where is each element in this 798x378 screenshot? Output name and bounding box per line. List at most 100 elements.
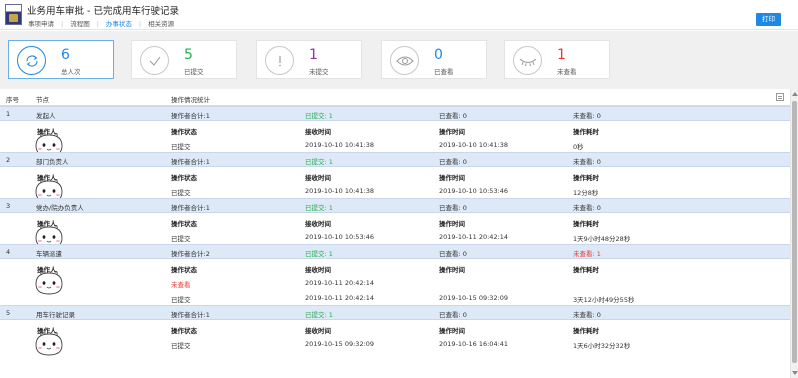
check-icon xyxy=(140,46,169,75)
stat-label: 总人次 xyxy=(61,68,81,76)
record-row: 已提交 2019-10-10 10:53:46 2019-10-11 20:42:1… xyxy=(0,229,790,244)
header-stats: 操作情况统计 xyxy=(171,96,210,104)
node-name: 用车行驶记录 xyxy=(36,311,75,319)
exclamation-icon xyxy=(265,46,294,75)
nav-tabs: 事项申请 | 流程图 | 办事状态 | 相关资源 xyxy=(28,18,175,28)
sub-header-row: 操作人 操作状态 接收时间 操作时间 操作耗时 xyxy=(0,321,790,336)
sub-header-row: 操作人 操作状态 接收时间 操作时间 操作耗时 xyxy=(0,214,790,229)
stat-value: 1 xyxy=(309,47,318,63)
viewed-count: 已查看: 0 xyxy=(439,250,467,258)
node-seq: 5 xyxy=(6,309,11,317)
record-received-time: 2019-10-10 10:41:38 xyxy=(305,187,375,195)
eye-icon xyxy=(390,46,419,75)
stat-label: 未查看 xyxy=(557,68,577,76)
sub-header-row: 操作人 操作状态 接收时间 操作时间 操作耗时 xyxy=(0,168,790,183)
submitted-count: 已提交: 1 xyxy=(305,204,333,212)
node-row[interactable]: 4 车辆派遣 操作者合计:2 已提交: 1 已查看: 0 未查看: 1 xyxy=(0,244,790,259)
stat-value: 0 xyxy=(434,47,443,63)
node-row[interactable]: 3 党办/院办负责人 操作者合计:1 已提交: 1 已查看: 0 未查看: 0 xyxy=(0,198,790,213)
record-operated-time: 2019-10-10 10:41:38 xyxy=(439,141,509,149)
record-status: 已提交 xyxy=(171,189,191,197)
operator-avatar xyxy=(32,329,66,357)
record-received-time: 2019-10-11 20:42:14 xyxy=(305,294,375,302)
not-viewed-count: 未查看: 0 xyxy=(573,311,601,319)
stat-label: 已查看 xyxy=(434,68,454,76)
node-seq: 4 xyxy=(6,248,11,256)
sub-header-duration: 操作耗时 xyxy=(573,266,599,274)
viewed-count: 已查看: 0 xyxy=(439,158,467,166)
tab-flowchart[interactable]: 流程图 xyxy=(70,18,90,28)
sub-header-duration: 操作耗时 xyxy=(573,128,599,136)
record-operated-time: 2019-10-16 16:04:41 xyxy=(439,340,509,348)
node-seq: 2 xyxy=(6,156,11,164)
not-viewed-count: 未查看: 0 xyxy=(573,112,601,120)
stat-value: 6 xyxy=(61,47,70,63)
operator-total: 操作者合计:1 xyxy=(171,204,210,212)
record-operated-time: 2019-10-10 10:53:46 xyxy=(439,187,509,195)
record-duration: 0秒 xyxy=(573,143,584,151)
sub-header-status: 操作状态 xyxy=(171,327,197,335)
stat-card-submitted[interactable]: 5 已提交 xyxy=(131,40,237,79)
record-row: 已提交 2019-10-11 20:42:14 2019-10-15 09:32:0… xyxy=(0,290,790,305)
node-row[interactable]: 2 部门负责人 操作者合计:1 已提交: 1 已查看: 0 未查看: 0 xyxy=(0,152,790,167)
stat-value: 1 xyxy=(557,47,566,63)
record-received-time: 2019-10-11 20:42:14 xyxy=(305,279,375,287)
page-title: 业务用车审批 - 已完成用车行驶记录 xyxy=(27,6,179,17)
viewed-count: 已查看: 0 xyxy=(439,204,467,212)
operator-avatar xyxy=(32,268,66,296)
eye-closed-icon xyxy=(513,46,542,75)
sub-header-status: 操作状态 xyxy=(171,174,197,182)
sub-header-received: 接收时间 xyxy=(305,327,331,335)
stat-card-total[interactable]: 6 总人次 xyxy=(8,40,114,79)
sub-header-operated: 操作时间 xyxy=(439,174,465,182)
sub-header-status: 操作状态 xyxy=(171,128,197,136)
sub-header-received: 接收时间 xyxy=(305,266,331,274)
record-row: 已提交 2019-10-10 10:41:38 2019-10-10 10:41:3… xyxy=(0,137,790,152)
stat-value: 5 xyxy=(184,47,193,63)
node-name: 车辆派遣 xyxy=(36,250,62,258)
stat-card-viewed[interactable]: 0 已查看 xyxy=(381,40,487,79)
stat-card-not-submitted[interactable]: 1 未提交 xyxy=(256,40,362,79)
tab-status[interactable]: 办事状态 xyxy=(106,18,132,28)
scroll-up-icon[interactable] xyxy=(792,92,798,96)
sub-header-operated: 操作时间 xyxy=(439,266,465,274)
sub-header-status: 操作状态 xyxy=(171,266,197,274)
print-button[interactable]: 打印 xyxy=(756,13,781,26)
sub-header-duration: 操作耗时 xyxy=(573,220,599,228)
header-seq: 序号 xyxy=(6,96,19,104)
sub-header-received: 接收时间 xyxy=(305,220,331,228)
record-operated-time: 2019-10-15 09:32:09 xyxy=(439,294,509,302)
scroll-down-icon[interactable] xyxy=(792,371,798,375)
sub-header-received: 接收时间 xyxy=(305,128,331,136)
stats-bar: 6 总人次 5 已提交 1 未提交 0 已查看 1 未查看 xyxy=(0,31,798,89)
sub-header-operated: 操作时间 xyxy=(439,327,465,335)
scroll-thumb[interactable] xyxy=(792,101,797,363)
tab-resources[interactable]: 相关资源 xyxy=(148,18,174,28)
node-row[interactable]: 5 用车行驶记录 操作者合计:1 已提交: 1 已查看: 0 未查看: 0 xyxy=(0,305,790,320)
operator-total: 操作者合计:2 xyxy=(171,250,210,258)
node-seq: 1 xyxy=(6,110,11,118)
column-settings-icon[interactable] xyxy=(776,93,784,101)
sub-header-duration: 操作耗时 xyxy=(573,174,599,182)
viewed-count: 已查看: 0 xyxy=(439,311,467,319)
sub-header-received: 接收时间 xyxy=(305,174,331,182)
operator-total: 操作者合计:1 xyxy=(171,158,210,166)
refresh-icon xyxy=(17,46,46,75)
record-received-time: 2019-10-10 10:41:38 xyxy=(305,141,375,149)
app-header: 业务用车审批 - 已完成用车行驶记录 事项申请 | 流程图 | 办事状态 | 相关资源 打印 xyxy=(0,0,798,30)
record-received-time: 2019-10-15 09:32:09 xyxy=(305,340,375,348)
submitted-count: 已提交: 1 xyxy=(305,112,333,120)
stat-label: 已提交 xyxy=(184,68,204,76)
tab-apply[interactable]: 事项申请 xyxy=(28,18,54,28)
sub-header-operated: 操作时间 xyxy=(439,220,465,228)
vertical-scrollbar[interactable] xyxy=(790,89,798,378)
record-row: 已提交 2019-10-15 09:32:09 2019-10-16 16:04:4… xyxy=(0,336,790,351)
viewed-count: 已查看: 0 xyxy=(439,112,467,120)
node-seq: 3 xyxy=(6,202,11,210)
node-name: 党办/院办负责人 xyxy=(36,204,84,212)
submitted-count: 已提交: 1 xyxy=(305,311,333,319)
node-row[interactable]: 1 发起人 操作者合计:1 已提交: 1 已查看: 0 未查看: 0 xyxy=(0,106,790,121)
sub-header-operated: 操作时间 xyxy=(439,128,465,136)
node-name: 发起人 xyxy=(36,112,56,120)
stat-card-not-viewed[interactable]: 1 未查看 xyxy=(504,40,610,79)
